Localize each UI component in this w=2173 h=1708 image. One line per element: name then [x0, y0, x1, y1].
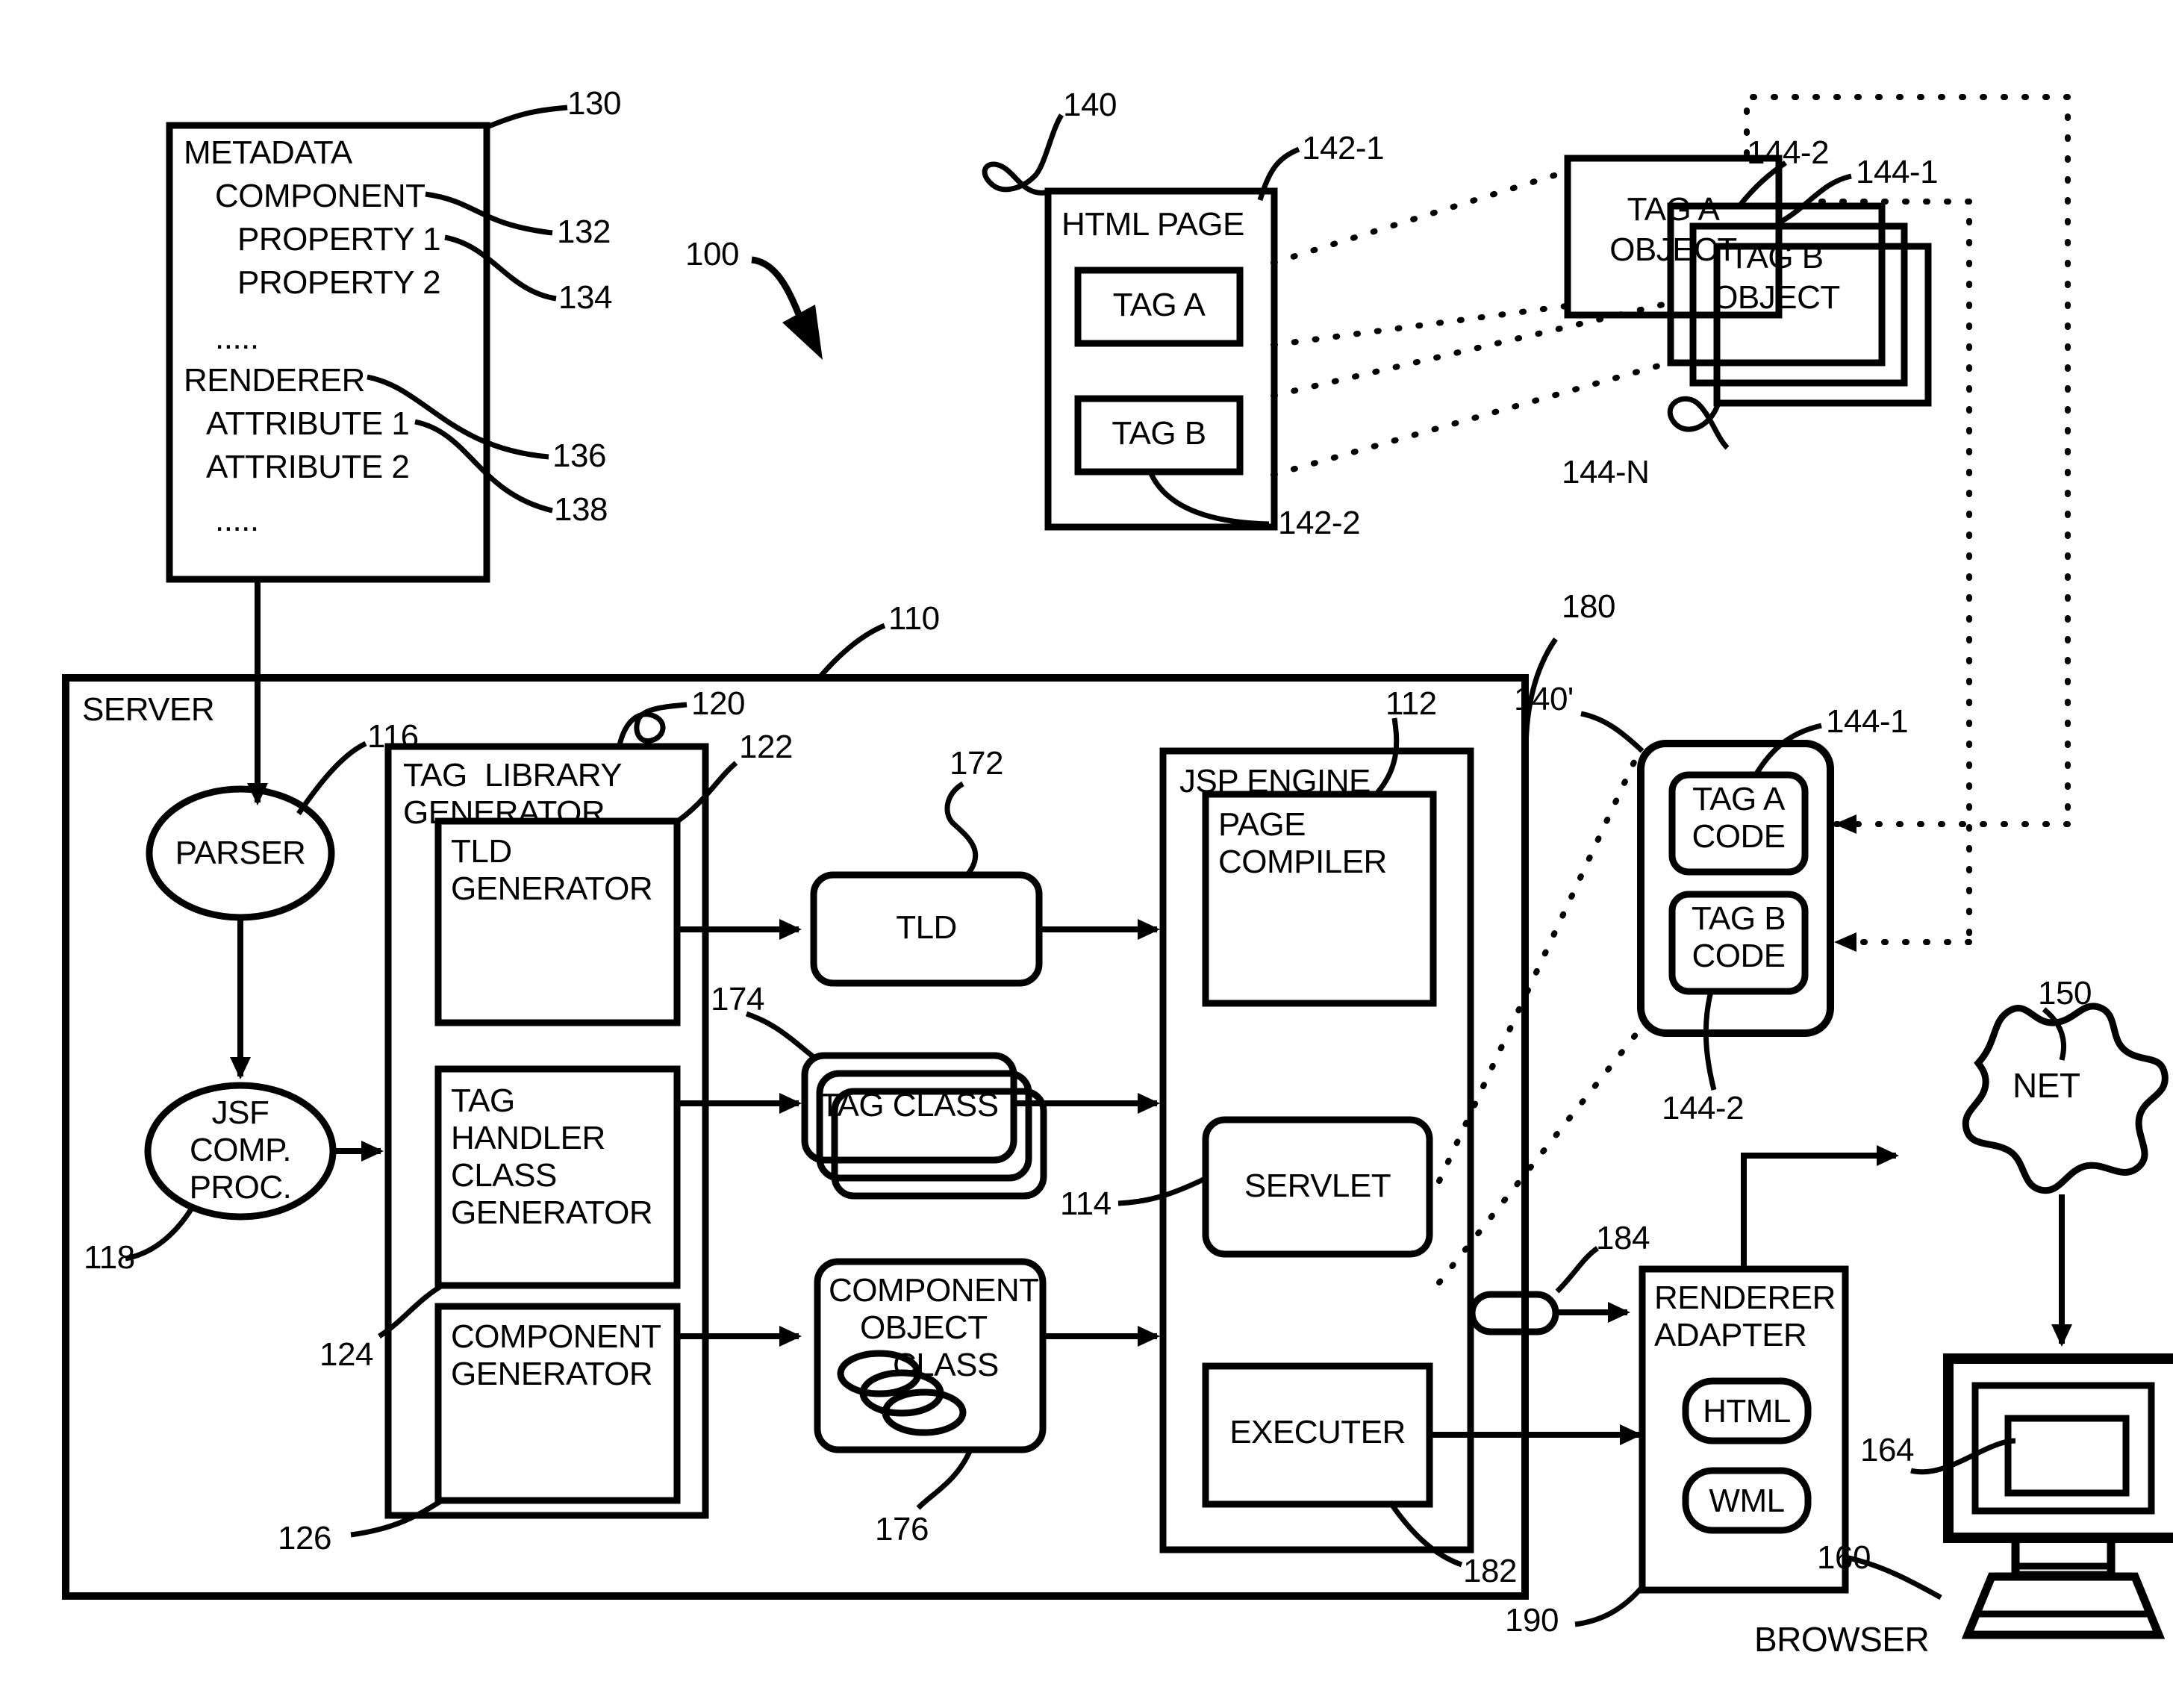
browser-label: BROWSER [1754, 1620, 1930, 1659]
tag-handler-line2: HANDLER [451, 1120, 605, 1156]
ref-144-2-object: 144-2 [1747, 134, 1830, 171]
tld-generator-line1: TLD [451, 833, 512, 870]
patent-figure: METADATA COMPONENT PROPERTY 1 PROPERTY 2… [0, 0, 2173, 1708]
ref-134: 134 [558, 279, 612, 316]
ref-142-2: 142-2 [1278, 505, 1361, 541]
ref-124: 124 [319, 1336, 373, 1373]
tag-b-object-line1: TAG B [1729, 239, 1824, 275]
metadata-title: METADATA [184, 134, 352, 171]
ref-110: 110 [888, 600, 940, 637]
ref-138: 138 [554, 491, 608, 528]
tld-generator-line2: GENERATOR [451, 870, 653, 907]
jsp-engine-title: JSP ENGINE [1179, 763, 1371, 800]
metadata-line-attribute1: ATTRIBUTE 1 [206, 405, 410, 442]
ref-172: 172 [950, 745, 1003, 782]
tag-handler-line3: CLASS [451, 1157, 557, 1194]
tld-shape [810, 781, 1160, 987]
executer-label: EXECUTER [1229, 1414, 1406, 1450]
tld-label: TLD [896, 909, 957, 946]
component-object-class-line1: COMPONENT [829, 1272, 1039, 1309]
tag-library-generator-title-line2: GENERATOR [403, 794, 605, 831]
metadata-ellipsis-1: ..... [215, 320, 259, 356]
jsf-line1: JSF [211, 1094, 269, 1131]
servlet-label: SERVLET [1244, 1168, 1391, 1204]
renderer-wml-label: WML [1709, 1483, 1785, 1519]
renderer-adapter-line1: RENDERER [1654, 1280, 1836, 1316]
ref-142-1: 142-1 [1302, 130, 1385, 166]
metadata-line-property2: PROPERTY 2 [237, 264, 441, 301]
jsf-line2: COMP. [189, 1132, 292, 1168]
net-label: NET [2013, 1066, 2080, 1105]
tag-class-label: TAG CLASS [820, 1087, 999, 1123]
ref-118: 118 [84, 1239, 135, 1276]
ref-126: 126 [278, 1520, 331, 1556]
ref-112: 112 [1385, 685, 1437, 722]
ref-140: 140 [1063, 87, 1117, 123]
tag-handler-line1: TAG [451, 1082, 515, 1119]
server-title: SERVER [82, 691, 215, 728]
tag-b-code-line2: CODE [1692, 938, 1786, 974]
metadata-line-component: COMPONENT [215, 178, 425, 214]
browser-monitor-shape [1910, 1353, 2173, 1639]
ref-136: 136 [552, 437, 606, 474]
ref-164: 164 [1860, 1432, 1914, 1468]
system-ref-arrow [751, 256, 823, 360]
metadata-line-renderer: RENDERER [184, 362, 365, 399]
tag-library-generator-title-line1: TAG LIBRARY [403, 757, 623, 794]
ref-176: 176 [875, 1511, 929, 1548]
connector-pill-shape [1468, 1246, 1630, 1335]
component-object-class-line3: CLASS [893, 1347, 999, 1383]
ref-132: 132 [557, 214, 611, 250]
page-compiler-line1: PAGE [1218, 806, 1306, 843]
ref-130: 130 [567, 85, 621, 122]
ref-144-1-object: 144-1 [1856, 154, 1939, 190]
ref-182: 182 [1463, 1553, 1517, 1589]
tag-a-object-line1: TAG A [1627, 191, 1720, 228]
ref-120: 120 [691, 685, 745, 722]
tag-a-code-line2: CODE [1692, 818, 1786, 855]
tag-b-code-line1: TAG B [1691, 900, 1786, 937]
ref-190: 190 [1505, 1602, 1559, 1639]
jsf-line3: PROC. [189, 1169, 292, 1206]
metadata-line-property1: PROPERTY 1 [237, 221, 441, 258]
page-compiler-line2: COMPILER [1218, 844, 1387, 880]
ref-116: 116 [367, 718, 419, 755]
tag-handler-line4: GENERATOR [451, 1194, 653, 1231]
ref-100: 100 [685, 236, 739, 272]
renderer-html-label: HTML [1703, 1393, 1791, 1430]
ref-144-1-code: 144-1 [1826, 703, 1909, 740]
ref-160: 160 [1817, 1539, 1871, 1576]
parser-shape [146, 741, 367, 1079]
component-object-class-line2: OBJECT [860, 1309, 988, 1346]
ref-150: 150 [2038, 975, 2092, 1012]
renderer-adapter-line2: ADAPTER [1654, 1317, 1807, 1353]
tag-a-label: TAG A [1112, 287, 1206, 323]
tag-b-object-line2: OBJECT [1712, 279, 1840, 316]
tag-b-label: TAG B [1112, 415, 1206, 452]
metadata-line-attribute2: ATTRIBUTE 2 [206, 449, 410, 485]
ref-174: 174 [711, 981, 764, 1017]
component-generator-line2: GENERATOR [451, 1356, 653, 1392]
metadata-ellipsis-2: ..... [215, 502, 259, 538]
component-generator-line1: COMPONENT [451, 1318, 661, 1355]
ref-140-prime: 140' [1514, 681, 1574, 717]
html-page-title: HTML PAGE [1061, 206, 1244, 243]
ref-114: 114 [1060, 1185, 1112, 1222]
net-shape [1962, 1003, 2169, 1347]
ref-184: 184 [1596, 1220, 1650, 1256]
ref-180: 180 [1562, 588, 1615, 625]
parser-label: PARSER [175, 835, 306, 871]
ref-122: 122 [739, 729, 793, 765]
ref-144-N: 144-N [1562, 454, 1650, 490]
ref-144-2-code: 144-2 [1662, 1090, 1745, 1126]
tag-a-code-line1: TAG A [1692, 781, 1785, 817]
